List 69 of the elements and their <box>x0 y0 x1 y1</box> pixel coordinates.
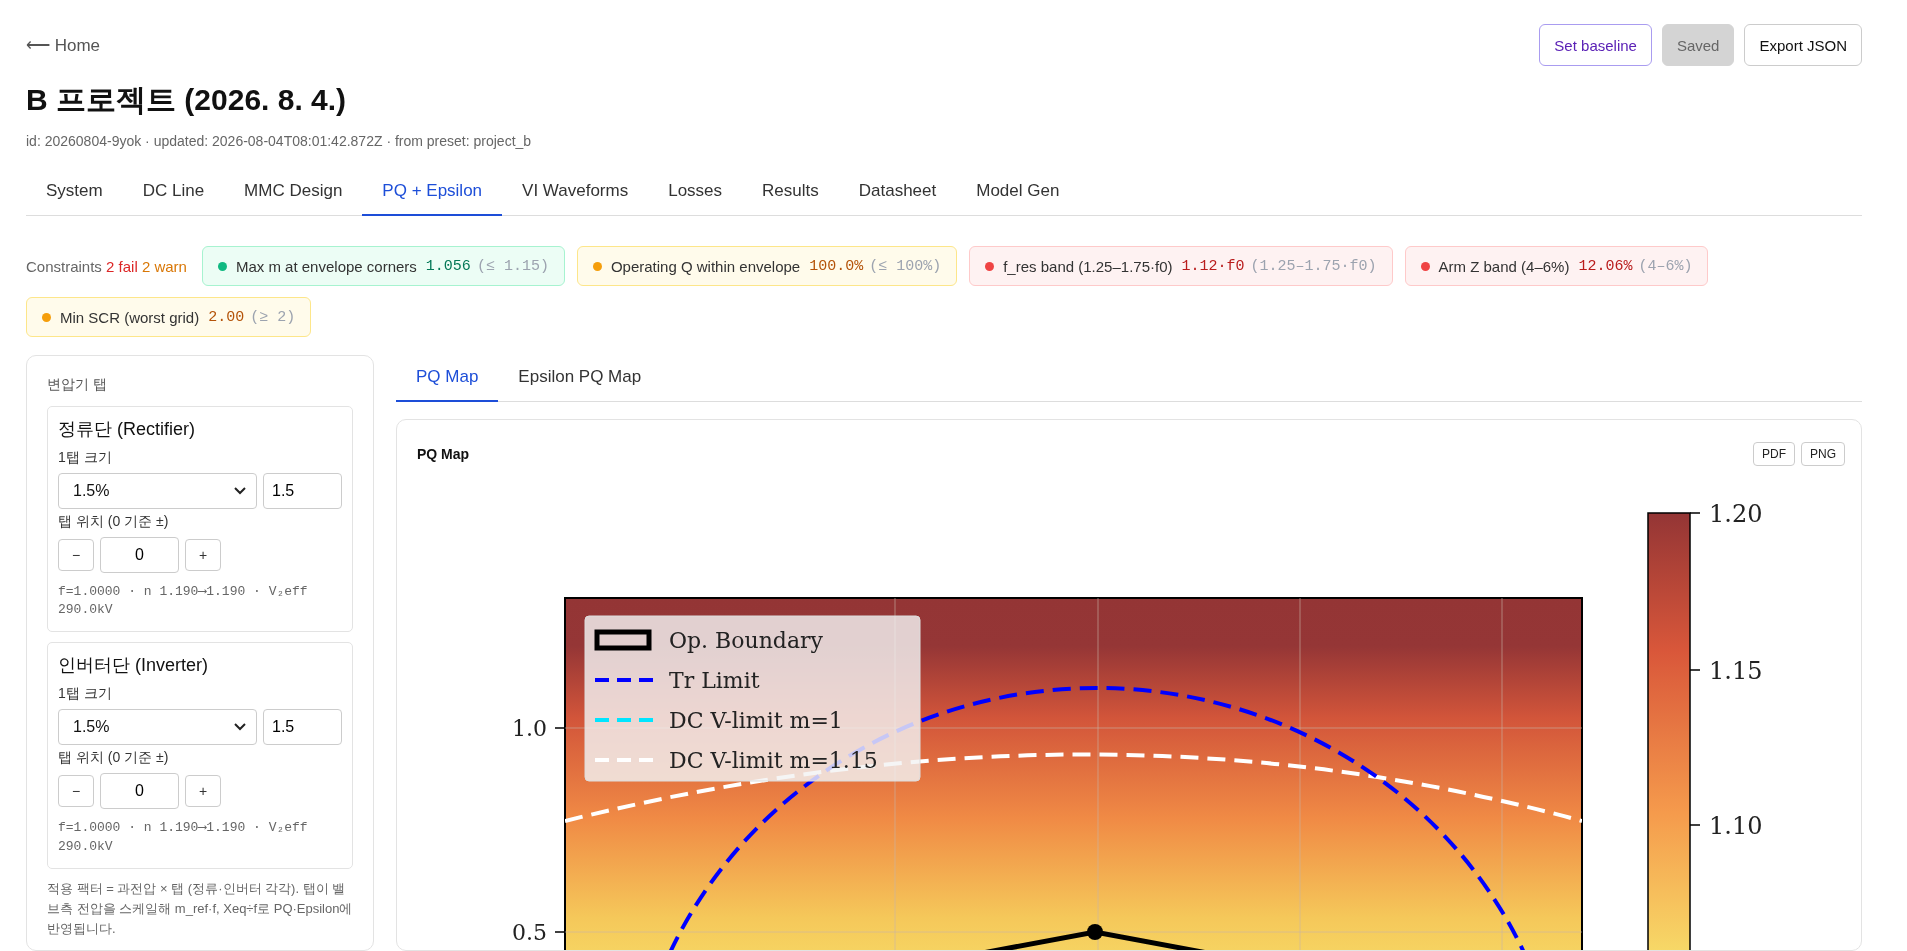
constraint-value: 2.00 <box>208 308 245 326</box>
tab[interactable]: Results <box>742 169 839 216</box>
panel-note: 적용 팩터 = 과전압 × 탭 (정류·인버터 각각). 탭이 밸브측 전압을 스케일해 m_ref·f, Xeq÷f로 PQ·Epsilon에 반영됩니다. <box>47 879 353 939</box>
tab[interactable]: System <box>26 169 123 216</box>
colorbar-tick-label: 1.20 <box>1709 500 1763 528</box>
download-button[interactable]: PDF <box>1753 442 1795 466</box>
chevron-down-icon <box>234 487 246 495</box>
download-button[interactable]: PNG <box>1801 442 1845 466</box>
section-heading: 인버터단 (Inverter) <box>58 654 209 678</box>
decrement-button[interactable]: − <box>58 539 94 571</box>
tap-position-input[interactable]: 0 <box>100 773 179 810</box>
colorbar-tick-label: 1.15 <box>1709 657 1763 685</box>
constraint-limit: (≥ 2) <box>250 308 296 326</box>
project-title: B 프로젝트 (2026. 8. 4.) <box>26 82 348 118</box>
legend-label: Op. Boundary <box>669 628 823 653</box>
field-label: 탭 위치 (0 기준 ±) <box>58 513 170 531</box>
panel-title: 변압기 탭 <box>47 376 108 394</box>
step-input[interactable]: 1.5 <box>263 709 342 746</box>
tab[interactable]: Epsilon PQ Map <box>498 355 662 402</box>
constraint-name: Min SCR (worst grid) <box>60 308 200 326</box>
y-tick-label: 1.0 <box>512 716 547 741</box>
constraint-value: 12.06% <box>1578 257 1633 275</box>
fail-count: 2 fail <box>106 257 138 275</box>
tab[interactable]: PQ + Epsilon <box>362 169 503 216</box>
constraint-limit: (1.25–1.75·f0) <box>1250 257 1377 275</box>
increment-button[interactable]: + <box>185 775 221 808</box>
field-label: 1탭 크기 <box>58 449 113 467</box>
constraint-limit: (≤ 1.15) <box>476 257 549 275</box>
y-tick-label: 0.5 <box>512 920 547 945</box>
step-select[interactable]: 1.5% <box>58 473 257 509</box>
tap-readout: f=1.0000 · n 1.190⟶1.190 · V₂eff 290.0kV <box>58 583 309 620</box>
constraint-value: 1.056 <box>425 257 471 275</box>
tab[interactable]: Model Gen <box>956 169 1080 216</box>
step-input[interactable]: 1.5 <box>263 473 342 509</box>
tap-readout: f=1.0000 · n 1.190⟶1.190 · V₂eff 290.0kV <box>58 819 309 856</box>
colorbar-tick-label: 1.10 <box>1709 812 1763 840</box>
section-heading: 정류단 (Rectifier) <box>58 418 196 441</box>
constraint-value: 100.0% <box>809 257 864 275</box>
tab[interactable]: Datasheet <box>838 169 957 216</box>
project-meta: id: 20260804-9yok · updated: 2026-08-04T08:01:42.872Z · from preset: project_b <box>26 133 533 149</box>
constraint-name: f_res band (1.25–1.75·f0) <box>1003 257 1173 275</box>
tab[interactable]: VI Waveforms <box>502 169 649 216</box>
decrement-button[interactable]: − <box>58 775 94 808</box>
legend-label: DC V-limit m=1 <box>669 708 843 733</box>
field-label: 탭 위치 (0 기준 ±) <box>58 749 170 768</box>
constraint-name: Arm Z band (4–6%) <box>1438 257 1570 275</box>
constraint-name: Max m at envelope corners <box>235 257 417 275</box>
action-button[interactable]: Set baseline <box>1539 24 1652 66</box>
tab[interactable]: DC Line <box>122 169 225 216</box>
field-label: 1탭 크기 <box>58 685 113 704</box>
constraints-label: Constraints <box>26 257 102 275</box>
constraint-value: 1.12·f0 <box>1181 257 1245 275</box>
warn-count: 2 warn <box>141 257 187 275</box>
chart-title: PQ Map <box>417 446 470 462</box>
action-button[interactable]: Export JSON <box>1744 24 1862 66</box>
tab[interactable]: PQ Map <box>396 355 499 402</box>
tab[interactable]: Losses <box>648 169 743 216</box>
tab[interactable]: MMC Design <box>224 169 363 216</box>
legend-label: DC V-limit m=1.15 <box>669 748 878 773</box>
step-select[interactable]: 1.5% <box>58 709 257 746</box>
constraint-name: Operating Q within envelope <box>610 257 801 275</box>
constraint-limit: (4–6%) <box>1638 257 1693 275</box>
back-link[interactable]: ⟵ Home <box>26 34 101 56</box>
tap-position-input[interactable]: 0 <box>100 537 179 573</box>
constraint-limit: (≤ 100%) <box>869 257 942 275</box>
point-marker <box>1087 924 1103 940</box>
legend-label: Tr Limit <box>669 668 760 693</box>
increment-button[interactable]: + <box>185 539 221 571</box>
chevron-down-icon <box>234 723 246 732</box>
